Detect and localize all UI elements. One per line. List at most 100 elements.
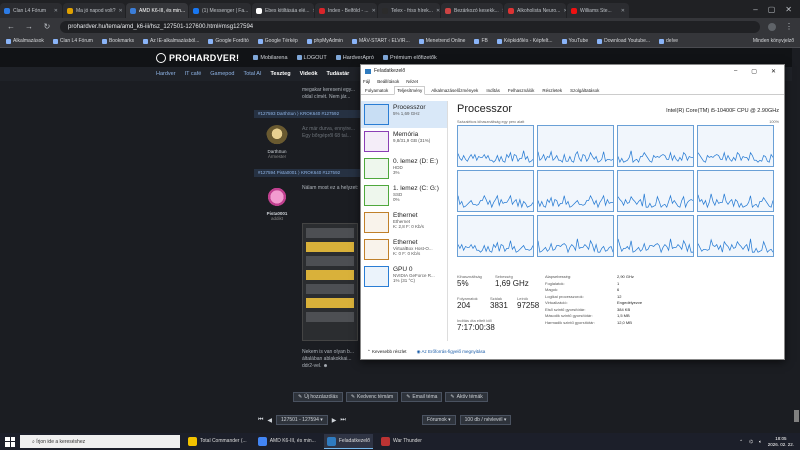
tab-1[interactable]: Teljesítmény — [394, 85, 426, 95]
bookmark-item[interactable]: Download Youtube... — [597, 38, 650, 44]
clock[interactable]: 18:05 2026. 02. 22. — [768, 436, 794, 448]
resource-monitor-link[interactable]: ◉ Az Erőforrás-figyelő megnyitása — [417, 349, 486, 355]
post-header[interactable]: #127593 DarthSun ⟩ KROK640 #127592 — [254, 110, 364, 118]
tab-close-icon[interactable]: ✕ — [372, 8, 376, 14]
network-icon[interactable]: ⌬ — [749, 439, 753, 445]
close-icon[interactable]: ✕ — [771, 68, 776, 75]
profile-icon[interactable] — [768, 22, 776, 31]
browser-tab[interactable]: Williams Ste... ✕ — [567, 3, 629, 18]
menu-item[interactable]: Beállítások — [377, 79, 399, 84]
tab-close-icon[interactable]: ✕ — [118, 8, 122, 14]
tab-3[interactable]: Indítás — [484, 86, 502, 95]
bookmark-item[interactable]: Menetrend Online — [418, 38, 465, 44]
site-top-link[interactable]: LOGOUT — [296, 55, 327, 61]
site-nav-item[interactable]: IT café — [185, 71, 202, 77]
url-input[interactable]: prohardver.hu/tema/amd_k6-iii/hsz_127501… — [60, 20, 760, 33]
avatar[interactable] — [266, 125, 288, 147]
start-button[interactable] — [5, 436, 15, 447]
taskbar-item[interactable]: Feladatkezelő — [323, 434, 373, 449]
resource-item[interactable]: Memória 9,8/31,9 GB (31%) — [361, 128, 447, 155]
site-top-link[interactable]: Mobilarena — [253, 55, 288, 61]
bookmark-item[interactable]: Google Térkép — [257, 38, 298, 44]
tab-close-icon[interactable]: ✕ — [502, 8, 503, 14]
bookmark-item[interactable]: phpMyAdmin — [306, 38, 343, 44]
minimize-icon[interactable]: – — [734, 68, 737, 75]
bookmark-item[interactable]: Clan L4 Fórum — [52, 38, 93, 44]
last-page-icon[interactable]: ⏭ — [340, 417, 345, 424]
taskbar-search-input[interactable]: ⌕ Írjon ide a kereséshez — [20, 435, 180, 448]
tab-5[interactable]: Részletek — [540, 86, 564, 95]
topic-action-button[interactable]: ✎ Email téma — [401, 392, 443, 402]
browser-tab[interactable]: AMD K6-III, és min...✕ — [126, 3, 188, 18]
browser-tab[interactable]: Index - Belföld - ... ✕ — [315, 3, 377, 18]
next-page-icon[interactable]: ▶ — [332, 417, 337, 424]
first-page-icon[interactable]: ⏮ — [258, 417, 263, 424]
bookmark-item[interactable]: Google Fordító — [208, 38, 249, 44]
close-icon[interactable]: ✕ — [785, 5, 792, 14]
site-top-link[interactable]: HardverApró — [335, 55, 374, 61]
tab-0[interactable]: Folyamatok — [363, 86, 390, 95]
site-nav-item[interactable]: Videók — [300, 71, 318, 77]
prev-page-icon[interactable]: ◀ — [267, 417, 272, 424]
forward-icon[interactable]: → — [24, 22, 34, 31]
taskbar-item[interactable]: Total Commander (... — [185, 434, 250, 449]
browser-tab[interactable]: Alkoholista Neuro... ✕ — [504, 3, 566, 18]
bookmark-item[interactable]: Az IE-alkalmazásból... — [142, 38, 199, 44]
tab-2[interactable]: Alkalmazáselőzmények — [429, 86, 480, 95]
resource-item[interactable]: Ethernet VirtualBox Host-O... K: 0 F: 0 K… — [361, 236, 447, 263]
page-range-select[interactable]: 127501 - 127594 ▾ — [276, 415, 328, 425]
tab-close-icon[interactable]: ✕ — [563, 8, 566, 14]
resource-item[interactable]: 0. lemez (D: E:) HDD 3% — [361, 155, 447, 182]
fewer-details-link[interactable]: ⌃ Kevesebb részlet — [367, 349, 407, 355]
minimize-icon[interactable]: – — [753, 5, 757, 14]
bookmark-item[interactable]: FB — [474, 38, 488, 44]
tab-4[interactable]: Felhasználók — [506, 86, 537, 95]
taskbar-item[interactable]: AMD K6-III, és min... — [255, 434, 319, 449]
browser-tab[interactable]: Bezárkozó kesekk...✕ — [441, 3, 503, 18]
maximize-icon[interactable]: ▢ — [751, 68, 757, 75]
site-nav-item[interactable]: Tudástár — [327, 71, 350, 77]
forum-select[interactable]: Fórumok ▾ — [422, 415, 456, 425]
topic-action-button[interactable]: ✎ Kedvenc témám — [345, 392, 399, 402]
bookmark-item[interactable]: YouTube — [561, 38, 588, 44]
tab-close-icon[interactable]: ✕ — [312, 8, 314, 14]
scroll-thumb[interactable] — [794, 410, 799, 422]
topic-action-button[interactable]: ✎ Új hozzászólás — [293, 392, 343, 402]
site-nav-item[interactable]: Hardver — [156, 71, 176, 77]
taskbar-item[interactable]: War Thunder — [378, 434, 425, 449]
site-nav-item[interactable]: Total AI — [243, 71, 261, 77]
site-top-link[interactable]: Prémium előfizetők — [382, 55, 437, 61]
bookmark-item[interactable]: delve — [659, 38, 678, 44]
site-logo[interactable]: PROHARDVER! — [156, 52, 239, 63]
browser-tab[interactable]: (1) Messenger | Fa...✕ — [189, 3, 251, 18]
maximize-icon[interactable]: ▢ — [768, 5, 776, 14]
browser-tab[interactable]: Clan L4 Fórum ✕ — [0, 3, 62, 18]
bookmark-item[interactable]: Alkalmazások — [6, 38, 44, 44]
tab-close-icon[interactable]: ✕ — [54, 8, 58, 14]
browser-tab[interactable]: Telex - friss hírek... ✕ — [378, 3, 440, 18]
browser-tab[interactable]: Ebes kitiltásáa elé...✕ — [252, 3, 314, 18]
other-bookmarks[interactable]: Minden könyvjelző — [753, 38, 794, 44]
tab-close-icon[interactable]: ✕ — [436, 8, 440, 14]
topic-action-button[interactable]: ✎ Aktív témák — [445, 392, 488, 402]
bookmark-item[interactable]: MÁV-START ‹ ELVIR... — [351, 38, 410, 44]
task-manager-titlebar[interactable]: Feladatkezelő – ▢ ✕ — [361, 65, 784, 77]
resource-item[interactable]: GPU 0 NVIDIA GeForce R... 1% (31 °C) — [361, 263, 447, 290]
menu-icon[interactable]: ⋮ — [784, 22, 794, 31]
bookmark-item[interactable]: Képkidőlés - Képfelt... — [496, 38, 553, 44]
resource-item[interactable]: Ethernet Ethernet K: 2,8 F: 0 Kb/s — [361, 209, 447, 236]
page-scrollbar[interactable] — [792, 48, 800, 433]
tray-chevron-icon[interactable]: ⌃ — [739, 439, 743, 445]
post-screenshot-image[interactable] — [302, 223, 358, 341]
tab-6[interactable]: Szolgáltatások — [568, 86, 601, 95]
resource-item[interactable]: 1. lemez (C: G:) SSD 0% — [361, 182, 447, 209]
browser-tab[interactable]: Ma jó napod volt? ✕ — [63, 3, 125, 18]
reload-icon[interactable]: ↻ — [42, 22, 52, 31]
resource-item[interactable]: Processzor 5% 1,69 GHz — [361, 101, 447, 128]
back-icon[interactable]: ← — [6, 22, 16, 31]
tab-close-icon[interactable]: ✕ — [621, 8, 625, 14]
site-nav-item[interactable]: Teszteg — [270, 71, 290, 77]
page-size-select[interactable]: 100 db / névlevél ▾ — [459, 415, 512, 425]
avatar[interactable] — [266, 187, 288, 209]
menu-item[interactable]: Nézet — [406, 79, 418, 84]
